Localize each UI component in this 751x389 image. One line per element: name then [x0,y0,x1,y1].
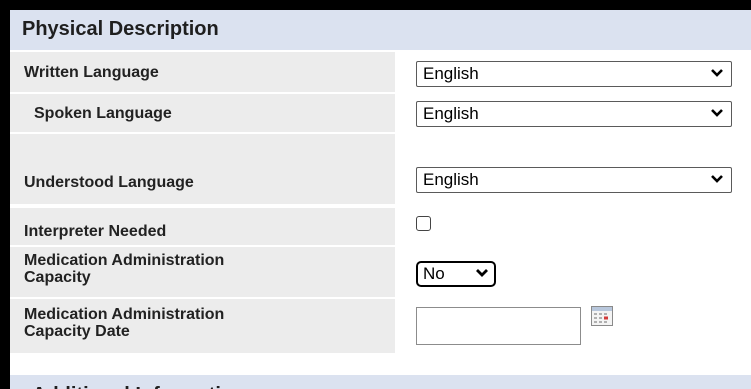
medication-administration-capacity-value: No [423,264,445,283]
medication-administration-capacity-label: Medication Administration Capacity [24,252,224,286]
chevron-down-icon [711,175,723,183]
medication-administration-capacity-select[interactable]: No [416,261,496,287]
written-language-select[interactable]: English [416,61,732,87]
field-value [405,299,751,353]
chevron-down-icon [476,269,488,277]
row-interpreter-needed: Interpreter Needed [10,208,751,245]
field-label: Medication Administration Capacity [10,247,395,297]
field-value [405,208,751,245]
field-label: Written Language [10,52,395,92]
field-label: Understood Language [10,134,395,204]
row-medication-administration-capacity-date: Medication Administration Capacity Date [10,299,751,353]
physical-description-panel: Physical Description Written Language En… [10,10,751,389]
field-value: English [405,94,751,132]
field-value: English [405,52,751,92]
label-line-1: Medication Administration [24,252,225,269]
written-language-label: Written Language [24,64,159,81]
row-written-language: Written Language English [10,52,751,92]
section-header: Physical Description [10,10,751,50]
spoken-language-label: Spoken Language [34,105,172,122]
row-understood-language: Understood Language English [10,134,751,204]
label-line-1: Medication Administration [24,306,225,323]
field-label: Spoken Language [10,94,395,132]
medication-administration-capacity-date-label: Medication Administration Capacity Date [24,306,224,340]
field-value: No [405,247,751,297]
additional-information-header: Additional Information [10,375,751,389]
understood-language-value: English [423,170,479,189]
medication-administration-capacity-date-input[interactable] [416,307,581,345]
spoken-language-select[interactable]: English [416,101,732,127]
field-label: Interpreter Needed [10,208,395,245]
chevron-down-icon [711,69,723,77]
interpreter-needed-label: Interpreter Needed [24,223,167,240]
field-value: English [405,134,751,204]
understood-language-label: Understood Language [24,174,194,191]
chevron-down-icon [711,109,723,117]
label-line-2: Capacity Date [24,323,130,340]
spoken-language-value: English [423,104,479,123]
label-line-2: Capacity [24,269,91,286]
field-label: Medication Administration Capacity Date [10,299,395,353]
understood-language-select[interactable]: English [416,167,732,193]
calendar-icon[interactable] [591,306,613,326]
row-medication-administration-capacity: Medication Administration Capacity No [10,247,751,297]
interpreter-needed-checkbox[interactable] [416,216,431,231]
written-language-value: English [423,64,479,83]
row-spoken-language: Spoken Language English [10,94,751,132]
